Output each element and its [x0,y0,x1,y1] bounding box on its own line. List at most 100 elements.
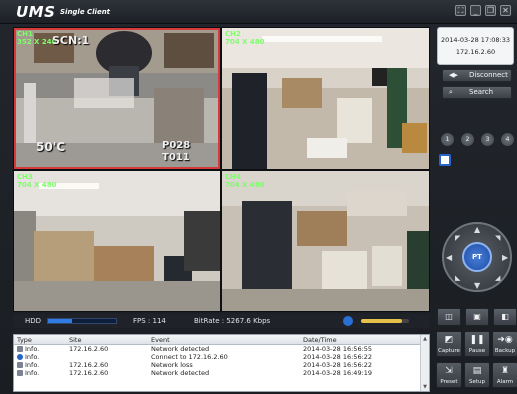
backup-label: Backup [494,348,516,354]
log-scrollbar[interactable]: ▲ ▼ [420,335,429,391]
app-subtitle: Single Client [60,8,111,16]
camera-view-ch2[interactable]: CH2 704 X 480 [222,28,429,169]
camera-feed-ch3 [14,171,220,311]
ptz-up-icon[interactable]: ▲ [474,226,480,234]
info-icon [17,353,23,360]
snapshot-mode-button[interactable]: ◫ [437,308,461,326]
volume-fill [361,319,402,323]
channel-resolution: 704 X 480 [17,181,57,189]
ptz-right-icon[interactable]: ▶ [502,254,508,262]
search-label: Search [469,88,494,96]
log-header: Type Site Event Date/Time [14,335,429,345]
osd-pan: P028 [162,140,191,151]
capture-button[interactable]: ◩ Capture [436,331,462,357]
channel-4-button[interactable]: 4 [500,132,515,147]
channel-resolution: 352 X 240 [17,38,57,46]
disconnect-icon: ◀▸ [449,71,458,79]
camera-label-ch4: CH4 704 X 480 [225,173,265,189]
channel-1-button[interactable]: 1 [440,132,455,147]
pause-icon: ❚❚ [469,335,485,345]
osd-scene: SCN:1 [52,34,90,47]
status-bar: HDD FPS : 114 BitRate : 5267.6 Kbps [13,314,430,328]
camera-view-ch3[interactable]: CH3 704 X 480 [14,171,220,311]
view-mode-button[interactable]: ◧ [493,308,517,326]
capture-icon: ◩ [444,335,454,345]
search-button[interactable]: ⌕ Search [442,86,512,99]
camera-view-ch1[interactable]: CH1 352 X 240 SCN:1 50'C P028 T011 [14,28,220,169]
row-type-text: Info. [25,368,40,377]
column-type[interactable]: Type [14,335,66,344]
hdd-usage-fill [48,319,72,323]
preset-label: Preset [440,379,458,385]
current-datetime: 2014-03-28 17:08:33 [440,36,511,44]
connection-info-panel: 2014-03-28 17:08:33 172.16.2.60 [437,27,514,65]
image-mode-button[interactable]: ▣ [465,308,489,326]
channel-resolution: 704 X 480 [225,38,265,46]
minimize-button[interactable]: _ [470,5,481,16]
setup-label: Setup [468,379,485,385]
scroll-down-icon[interactable]: ▼ [422,384,428,390]
alarm-button[interactable]: ♜ Alarm [492,362,517,388]
site-icon [17,345,23,352]
preset-icon: ⇲ [445,366,453,376]
close-button[interactable]: ✕ [500,5,511,16]
camera-label-ch2: CH2 704 X 480 [225,30,265,46]
column-event[interactable]: Event [148,335,300,344]
app-window: UMS Single Client ⛶ _ ❐ ✕ CH1 352 X 240 … [0,0,517,394]
quad-layout-button[interactable] [439,154,451,166]
ptz-up-left-icon[interactable]: ◤ [455,234,460,242]
row-type: Info. [14,369,66,378]
search-icon: ⌕ [449,88,453,96]
channel-name: CH2 [225,30,241,38]
alarm-label: Alarm [496,379,514,385]
ptz-left-icon[interactable]: ◀ [446,254,452,262]
hdd-usage-bar [47,318,117,324]
channel-3-button[interactable]: 3 [480,132,495,147]
hdd-label: HDD [25,317,42,325]
osd-tilt: T011 [162,152,190,163]
backup-button[interactable]: ➜◉ Backup [492,331,517,357]
channel-name: CH4 [225,173,241,181]
setup-button[interactable]: ▤ Setup [464,362,490,388]
camera-feed-ch4 [222,171,429,311]
restore-button[interactable]: ❐ [485,5,496,16]
setup-icon: ▤ [472,366,482,376]
ptz-down-left-icon[interactable]: ◣ [455,274,460,282]
pause-button[interactable]: ❚❚ Pause [464,331,490,357]
table-row[interactable]: Info. 172.16.2.60 Network detected 2014-… [14,369,429,377]
column-site[interactable]: Site [66,335,148,344]
speaker-icon[interactable] [343,316,353,326]
disconnect-label: Disconnect [469,71,508,79]
scroll-up-icon[interactable]: ▲ [422,336,428,342]
ptz-center-button[interactable]: PT [462,242,492,272]
camera-view-ch4[interactable]: CH4 704 X 480 [222,171,429,311]
row-site: 172.16.2.60 [69,344,109,353]
fullscreen-button[interactable]: ⛶ [455,5,466,16]
channel-resolution: 704 X 480 [225,181,265,189]
volume-slider[interactable] [361,319,409,323]
row-type-text: Info. [25,352,40,361]
channel-2-button[interactable]: 2 [460,132,475,147]
app-logo: UMS [16,3,56,21]
osd-temperature: 50'C [36,140,66,154]
row-site: 172.16.2.60 [69,368,109,377]
row-type-text: Info. [25,344,40,353]
alarm-icon: ♜ [500,366,510,376]
row-datetime: 2014-03-28 16:49:19 [303,368,373,377]
backup-icon: ➜◉ [497,335,513,345]
disconnect-button[interactable]: ◀▸ Disconnect [442,69,512,82]
pause-label: Pause [468,348,486,354]
column-datetime[interactable]: Date/Time [300,335,418,344]
preset-button[interactable]: ⇲ Preset [436,362,462,388]
channel-name: CH3 [17,173,33,181]
site-icon [17,361,23,368]
ptz-up-right-icon[interactable]: ◥ [495,234,500,242]
title-bar: UMS Single Client ⛶ _ ❐ ✕ [0,0,517,24]
row-event: Network detected [151,368,210,377]
row-type-text: Info. [25,360,40,369]
camera-label-ch3: CH3 704 X 480 [17,173,57,189]
camera-grid: CH1 352 X 240 SCN:1 50'C P028 T011 CH2 7… [13,27,430,312]
ptz-down-right-icon[interactable]: ◢ [495,274,500,282]
bitrate-readout: BitRate : 5267.6 Kbps [194,317,271,325]
ptz-down-icon[interactable]: ▼ [474,282,480,290]
